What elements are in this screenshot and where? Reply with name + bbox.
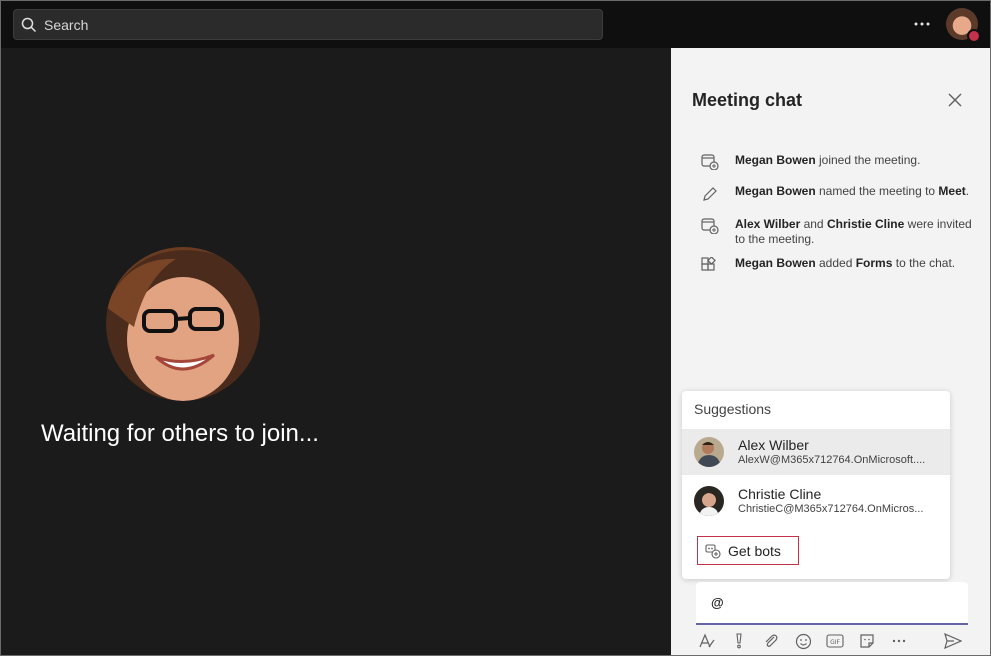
invite-icon: [701, 217, 735, 239]
meeting-stage: Waiting for others to join...: [1, 48, 671, 655]
attach-icon[interactable]: [755, 629, 787, 653]
send-icon[interactable]: [937, 629, 969, 653]
chat-event-text: Alex Wilber and Christie Cline were invi…: [735, 217, 972, 246]
emoji-icon[interactable]: [787, 629, 819, 653]
compose-toolbar: GIF: [691, 629, 969, 653]
get-bots-label: Get bots: [728, 542, 781, 559]
chat-event-app-added: Megan Bowen added Forms to the chat.: [701, 256, 981, 278]
waiting-message: Waiting for others to join...: [41, 420, 319, 447]
chat-event-text: Megan Bowen added Forms to the chat.: [735, 256, 956, 270]
svg-text:GIF: GIF: [830, 639, 840, 646]
mention-suggestions-popup: Suggestions Alex Wilber AlexW@M365x71276…: [682, 391, 950, 579]
top-bar: Search: [1, 1, 990, 48]
chat-event-renamed: Megan Bowen named the meeting to Meet.: [701, 184, 981, 208]
format-icon[interactable]: [691, 629, 723, 653]
gif-icon[interactable]: GIF: [819, 629, 851, 653]
more-options-icon[interactable]: [908, 11, 936, 37]
search-icon: [14, 17, 44, 33]
presence-busy-indicator: [967, 29, 981, 43]
sticker-icon[interactable]: [851, 629, 883, 653]
suggestion-email: ChristieC@M365x712764.OnMicros...: [738, 503, 924, 515]
chat-event-invited: Alex Wilber and Christie Cline were invi…: [701, 217, 981, 247]
search-box[interactable]: Search: [13, 9, 603, 40]
suggestion-christie-cline[interactable]: Christie Cline ChristieC@M365x712764.OnM…: [682, 478, 950, 524]
apps-icon: [701, 256, 735, 278]
avatar: [694, 437, 724, 467]
get-bots-button[interactable]: Get bots: [697, 536, 799, 565]
chat-event-text: Megan Bowen joined the meeting.: [735, 153, 921, 167]
meeting-chat-panel: Meeting chat Megan Bowen joined the meet…: [671, 48, 990, 655]
participant-avatar: [106, 247, 260, 401]
chat-title: Meeting chat: [692, 90, 803, 110]
chat-event-joined: Megan Bowen joined the meeting.: [701, 153, 981, 175]
chat-events: Megan Bowen joined the meeting. Megan Bo…: [701, 153, 981, 287]
suggestions-heading: Suggestions: [694, 401, 772, 417]
chat-event-text: Megan Bowen named the meeting to Meet.: [735, 184, 970, 198]
suggestion-alex-wilber[interactable]: Alex Wilber AlexW@M365x712764.OnMicrosof…: [682, 429, 950, 475]
avatar: [694, 486, 724, 516]
suggestion-email: AlexW@M365x712764.OnMicrosoft....: [738, 454, 926, 466]
bot-add-icon: [698, 543, 728, 559]
pencil-icon: [701, 184, 735, 208]
compose-message-input[interactable]: @: [696, 582, 968, 625]
join-icon: [701, 153, 735, 175]
close-icon[interactable]: [945, 90, 965, 110]
search-placeholder: Search: [44, 16, 89, 33]
important-icon[interactable]: [723, 629, 755, 653]
suggestion-name: Christie Cline: [738, 486, 822, 502]
suggestion-name: Alex Wilber: [738, 437, 809, 453]
more-options-icon[interactable]: [883, 629, 915, 653]
